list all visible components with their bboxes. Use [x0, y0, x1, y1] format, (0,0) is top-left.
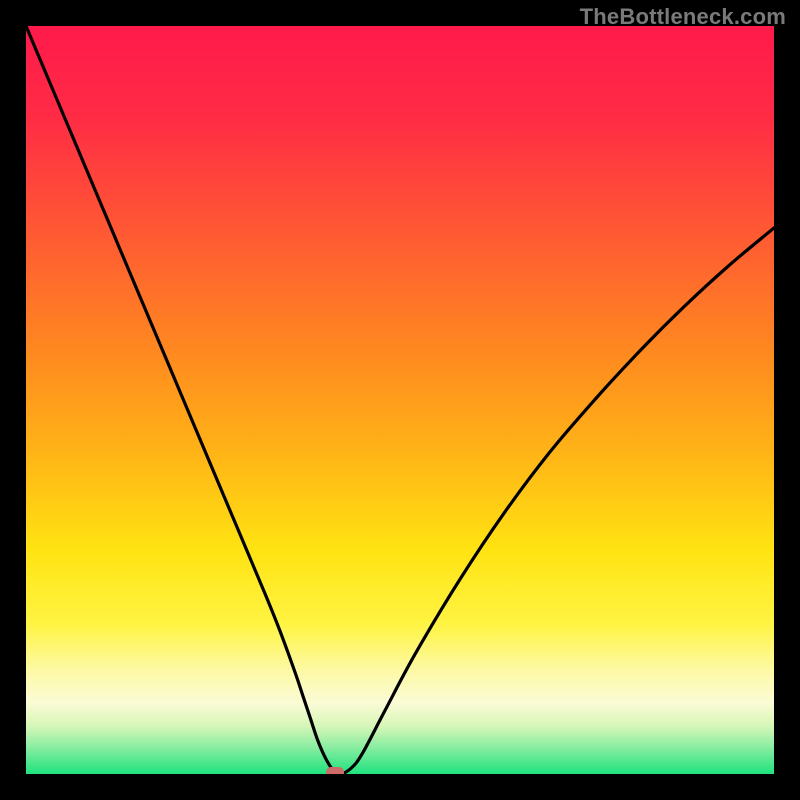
min-marker [326, 767, 344, 774]
watermark-text: TheBottleneck.com [580, 4, 786, 30]
plot-surface [26, 26, 774, 774]
gradient-background [26, 26, 774, 774]
chart-stage: TheBottleneck.com [0, 0, 800, 800]
plot-area [26, 26, 774, 774]
